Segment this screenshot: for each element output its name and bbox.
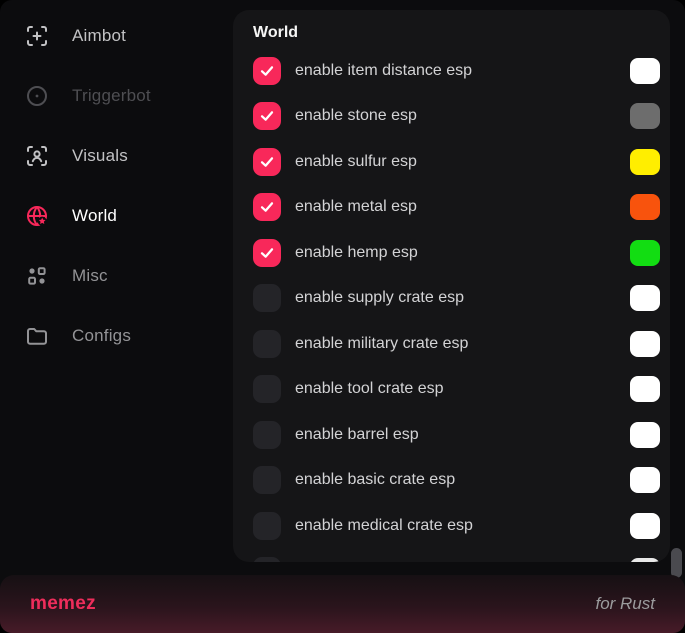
color-swatch[interactable] [630,331,660,357]
setting-row: enable tool crate esp [233,367,670,413]
sidebar-item-label: Visuals [72,146,128,166]
checkbox[interactable] [253,330,281,358]
checkmark-icon [259,245,275,261]
setting-label: enable stone esp [295,107,630,125]
checkmark-icon [259,154,275,170]
setting-label: enable metal esp [295,198,630,216]
sidebar-item-misc[interactable]: Misc [0,246,233,306]
categories-icon [25,264,49,288]
sidebar-nav: Aimbot Triggerbot Visuals World Misc Con… [0,6,233,366]
globe-icon [25,204,49,228]
color-swatch[interactable] [630,513,660,539]
checkbox[interactable] [253,102,281,130]
setting-row: enable military crate esp [233,321,670,367]
color-swatch[interactable] [630,376,660,402]
setting-label: enable sulfur esp [295,153,630,171]
setting-row: enable stone esp [233,94,670,140]
color-swatch[interactable] [630,558,660,562]
folder-icon [25,324,49,348]
color-swatch[interactable] [630,58,660,84]
brand-name: memez [30,593,96,615]
sidebar-item-visuals[interactable]: Visuals [0,126,233,186]
setting-row: enable metal esp [233,185,670,231]
checkmark-icon [259,108,275,124]
sidebar-item-label: Misc [72,266,108,286]
setting-label: enable tool crate esp [295,380,630,398]
scan-plus-icon [25,24,49,48]
setting-row: enable barrel esp [233,412,670,458]
color-swatch[interactable] [630,467,660,493]
setting-label: enable military crate esp [295,335,630,353]
color-swatch[interactable] [630,149,660,175]
checkbox[interactable] [253,148,281,176]
circle-dot-icon [25,84,49,108]
setting-label: enable medical crate esp [295,517,630,535]
user-scan-icon [25,144,49,168]
setting-row: enable sulfur esp [233,139,670,185]
color-swatch[interactable] [630,194,660,220]
setting-row: enable basic crate esp [233,458,670,504]
setting-row: enable supply crate esp [233,276,670,322]
setting-label: enable hemp esp [295,244,630,262]
cheat-menu-window: Aimbot Triggerbot Visuals World Misc Con… [0,0,685,633]
sidebar-item-label: Configs [72,326,131,346]
setting-row: enable medical crate esp [233,503,670,549]
sidebar-item-label: Triggerbot [72,86,151,106]
setting-label: enable supply crate esp [295,289,630,307]
panel-title: World [253,24,670,42]
checkbox[interactable] [253,193,281,221]
setting-row: enable item distance esp [233,48,670,94]
sidebar-item-configs[interactable]: Configs [0,306,233,366]
setting-row [233,549,670,563]
checkbox[interactable] [253,57,281,85]
checkbox[interactable] [253,557,281,562]
color-swatch[interactable] [630,422,660,448]
color-swatch[interactable] [630,285,660,311]
color-swatch[interactable] [630,103,660,129]
checkmark-icon [259,199,275,215]
sidebar-item-world[interactable]: World [0,186,233,246]
checkbox[interactable] [253,284,281,312]
setting-label: enable item distance esp [295,62,630,80]
color-swatch[interactable] [630,240,660,266]
checkmark-icon [259,63,275,79]
setting-label: enable barrel esp [295,426,630,444]
footer-bar: memez for Rust [0,575,685,633]
sidebar-item-label: World [72,206,117,226]
checkbox[interactable] [253,466,281,494]
checkbox[interactable] [253,375,281,403]
checkbox[interactable] [253,512,281,540]
setting-row: enable hemp esp [233,230,670,276]
sidebar-item-triggerbot[interactable]: Triggerbot [0,66,233,126]
setting-label: enable basic crate esp [295,471,630,489]
brand-tagline: for Rust [595,594,655,614]
sidebar-item-label: Aimbot [72,26,126,46]
checkbox[interactable] [253,239,281,267]
settings-list: enable item distance esp enable stone es… [233,48,670,562]
checkbox[interactable] [253,421,281,449]
world-settings-panel: World enable item distance esp enable st… [233,10,670,562]
sidebar-item-aimbot[interactable]: Aimbot [0,6,233,66]
scrollbar-thumb[interactable] [671,548,682,578]
